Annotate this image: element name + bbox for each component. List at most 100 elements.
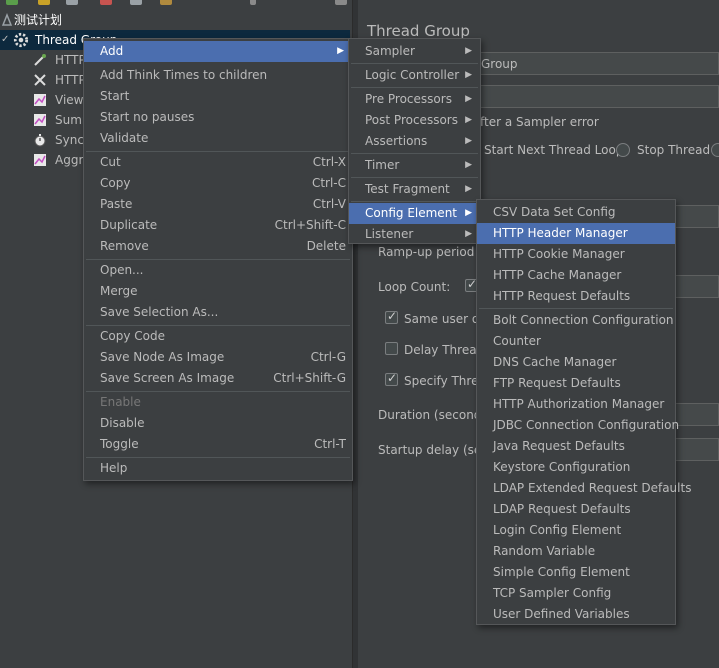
menu-item-label: Assertions xyxy=(365,134,428,148)
menu-item-merge[interactable]: Merge xyxy=(84,281,352,302)
start-next-loop-label[interactable]: Start Next Thread Loop xyxy=(484,143,623,157)
menu-item-paste[interactable]: Paste Ctrl-V xyxy=(84,194,352,215)
menu-separator xyxy=(479,308,673,309)
menu-item-remove[interactable]: Remove Delete xyxy=(84,236,352,257)
menu-item-validate[interactable]: Validate xyxy=(84,128,352,149)
pipette-icon xyxy=(34,54,46,66)
copy-icon[interactable] xyxy=(130,0,142,5)
gear-icon xyxy=(13,32,29,48)
menu-item-listener[interactable]: Listener ▶ xyxy=(349,224,480,245)
open-icon[interactable] xyxy=(38,0,50,5)
delay-thread-label: Delay Thread xyxy=(404,343,485,357)
menu-item-user-defined-variables[interactable]: User Defined Variables xyxy=(477,604,675,625)
stop-test-radio[interactable] xyxy=(711,143,719,157)
menu-item-add[interactable]: Add ▶ xyxy=(84,41,352,62)
menu-item-csv-data-set[interactable]: CSV Data Set Config xyxy=(477,202,675,223)
menu-item-label: Save Node As Image xyxy=(100,350,225,364)
specify-lifetime-checkbox[interactable] xyxy=(385,371,398,386)
menu-item-label: Save Screen As Image xyxy=(100,371,235,385)
tree-node-test-plan[interactable]: 测试计划 xyxy=(0,10,350,30)
expand-icon[interactable] xyxy=(250,0,256,5)
menu-item-label: Validate xyxy=(100,131,149,145)
menu-item-shortcut: Ctrl-T xyxy=(314,437,346,451)
menu-item-post-processors[interactable]: Post Processors ▶ xyxy=(349,110,480,131)
menu-item-copy[interactable]: Copy Ctrl-C xyxy=(84,173,352,194)
menu-item-label: Add Think Times to children xyxy=(100,68,268,82)
menu-item-simple-config[interactable]: Simple Config Element xyxy=(477,562,675,583)
save-icon[interactable] xyxy=(66,0,78,5)
loop-count-label: Loop Count: xyxy=(378,280,451,294)
menu-item-label: Pre Processors xyxy=(365,92,452,106)
menu-item-random-variable[interactable]: Random Variable xyxy=(477,541,675,562)
menu-item-label: Counter xyxy=(493,334,541,348)
submenu-arrow-icon: ▶ xyxy=(465,160,472,170)
menu-item-ftp-request-defaults[interactable]: FTP Request Defaults xyxy=(477,373,675,394)
menu-item-label: CSV Data Set Config xyxy=(493,205,616,219)
menu-item-label: FTP Request Defaults xyxy=(493,376,621,390)
menu-item-label: Random Variable xyxy=(493,544,596,558)
menu-item-label: Login Config Element xyxy=(493,523,622,537)
graph-icon xyxy=(34,114,46,126)
menu-item-save-selection[interactable]: Save Selection As... xyxy=(84,302,352,323)
menu-item-start[interactable]: Start xyxy=(84,86,352,107)
submenu-arrow-icon: ▶ xyxy=(465,136,472,146)
menu-item-test-fragment[interactable]: Test Fragment ▶ xyxy=(349,179,480,200)
sampler-error-label: fter a Sampler error xyxy=(480,115,599,129)
menu-item-java-request-defaults[interactable]: Java Request Defaults xyxy=(477,436,675,457)
menu-item-duplicate[interactable]: Duplicate Ctrl+Shift-C xyxy=(84,215,352,236)
same-user-checkbox[interactable] xyxy=(385,309,398,324)
menu-item-save-node-image[interactable]: Save Node As Image Ctrl-G xyxy=(84,347,352,368)
menu-item-label: Copy Code xyxy=(100,329,165,343)
menu-item-ldap-request-defaults[interactable]: LDAP Request Defaults xyxy=(477,499,675,520)
new-icon[interactable] xyxy=(6,0,18,5)
menu-item-label: HTTP Cookie Manager xyxy=(493,247,625,261)
specify-lifetime-label: Specify Threa xyxy=(404,374,486,388)
submenu-arrow-icon: ▶ xyxy=(465,229,472,239)
menu-item-open[interactable]: Open... xyxy=(84,260,352,281)
menu-item-start-no-pauses[interactable]: Start no pauses xyxy=(84,107,352,128)
menu-item-toggle[interactable]: Toggle Ctrl-T xyxy=(84,434,352,455)
menu-item-assertions[interactable]: Assertions ▶ xyxy=(349,131,480,152)
menu-item-disable[interactable]: Disable xyxy=(84,413,352,434)
menu-item-http-cache-manager[interactable]: HTTP Cache Manager xyxy=(477,265,675,286)
menu-separator xyxy=(351,201,478,202)
menu-item-label: Enable xyxy=(100,395,141,409)
menu-item-label: Start xyxy=(100,89,130,103)
menu-item-cut[interactable]: Cut Ctrl-X xyxy=(84,152,352,173)
stop-thread-radio[interactable] xyxy=(616,143,630,157)
menu-item-copy-code[interactable]: Copy Code xyxy=(84,326,352,347)
menu-item-jdbc-connection[interactable]: JDBC Connection Configuration xyxy=(477,415,679,436)
menu-item-tcp-sampler-config[interactable]: TCP Sampler Config xyxy=(477,583,675,604)
menu-item-dns-cache-manager[interactable]: DNS Cache Manager xyxy=(477,352,675,373)
menu-item-label: TCP Sampler Config xyxy=(493,586,612,600)
paste-icon[interactable] xyxy=(160,0,172,5)
stop-thread-label[interactable]: Stop Thread xyxy=(637,143,710,157)
menu-item-pre-processors[interactable]: Pre Processors ▶ xyxy=(349,89,480,110)
menu-item-http-header-manager[interactable]: HTTP Header Manager xyxy=(477,223,675,244)
delay-thread-checkbox[interactable] xyxy=(385,342,398,355)
menu-item-logic-controller[interactable]: Logic Controller ▶ xyxy=(349,65,480,86)
submenu-arrow-icon: ▶ xyxy=(465,70,472,80)
menu-item-timer[interactable]: Timer ▶ xyxy=(349,155,480,176)
menu-item-add-think-times[interactable]: Add Think Times to children xyxy=(84,65,352,86)
menu-item-http-cookie-manager[interactable]: HTTP Cookie Manager xyxy=(477,244,675,265)
menu-item-counter[interactable]: Counter xyxy=(477,331,675,352)
menu-item-label: Keystore Configuration xyxy=(493,460,631,474)
menu-item-login-config[interactable]: Login Config Element xyxy=(477,520,675,541)
menu-item-label: HTTP Header Manager xyxy=(493,226,628,240)
menu-item-save-screen-image[interactable]: Save Screen As Image Ctrl+Shift-G xyxy=(84,368,352,389)
submenu-arrow-icon: ▶ xyxy=(337,46,344,56)
menu-item-ldap-extended-defaults[interactable]: LDAP Extended Request Defaults xyxy=(477,478,691,499)
menu-item-bolt-connection[interactable]: Bolt Connection Configuration xyxy=(477,310,675,331)
menu-item-http-authorization-manager[interactable]: HTTP Authorization Manager xyxy=(477,394,675,415)
menu-item-label: Java Request Defaults xyxy=(493,439,625,453)
start-icon[interactable] xyxy=(335,0,347,5)
menu-item-help[interactable]: Help xyxy=(84,458,352,479)
menu-item-http-request-defaults[interactable]: HTTP Request Defaults xyxy=(477,286,675,307)
cut-icon[interactable] xyxy=(100,0,112,5)
menu-item-sampler[interactable]: Sampler ▶ xyxy=(349,41,480,62)
menu-item-config-element[interactable]: Config Element ▶ xyxy=(349,203,480,224)
menu-item-keystore-configuration[interactable]: Keystore Configuration xyxy=(477,457,675,478)
menu-item-label: Paste xyxy=(100,197,133,211)
expand-arrow-icon[interactable]: ✓ xyxy=(1,30,9,50)
